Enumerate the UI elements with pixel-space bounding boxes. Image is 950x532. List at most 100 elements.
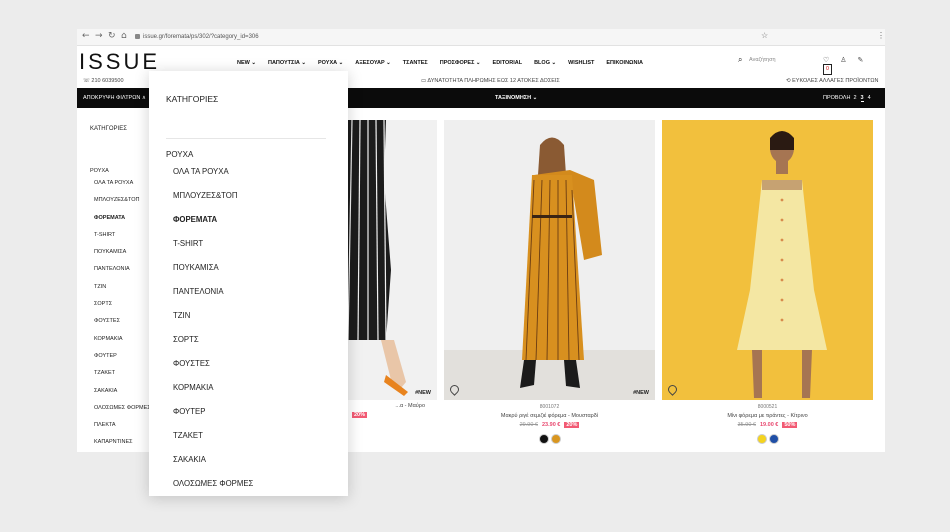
- sidebar-category-item[interactable]: ΚΑΠΑΡΝΤΙΝΕΣ: [94, 439, 151, 452]
- color-swatch[interactable]: [538, 434, 549, 444]
- dropdown-category-item[interactable]: ΟΛΟΣΩΜΕΣ ΦΟΡΜΕΣ: [173, 479, 253, 503]
- dropdown-category-item[interactable]: ΠΑΝΤΕΛΟΝΙΑ: [173, 287, 253, 311]
- product-image[interactable]: #NEW: [444, 120, 655, 400]
- sidebar-category-item[interactable]: ΦΟΥΤΕΡ: [94, 353, 151, 370]
- main-navigation: NEW ⌄ ΠΑΠΟΥΤΣΙΑ ⌄ ΡΟΥΧΑ ⌄ ΑΞΕΣΟΥΑΡ ⌄ ΤΣΑΝΤΕΣ…: [237, 60, 655, 66]
- browser-toolbar: ← → ↻ ⌂ issue.gr/foremata/ps/302/?catego…: [77, 29, 885, 46]
- dropdown-group-label[interactable]: ΡΟΥΧΑ: [166, 150, 193, 159]
- sidebar-category-item[interactable]: ΠΛΕΚΤΑ: [94, 422, 151, 439]
- reload-icon[interactable]: ↻: [108, 31, 116, 41]
- address-bar[interactable]: issue.gr/foremata/ps/302/?category_id=30…: [135, 32, 775, 42]
- arrow-right-icon[interactable]: →: [95, 31, 103, 41]
- sidebar-category-list: ΟΛΑ ΤΑ ΡΟΥΧΑ ΜΠΛΟΥΖΕΣ&ΤΟΠ ΦΟΡΕΜΑΤΑ T-SHIRT Π…: [94, 180, 151, 452]
- view-label: ΠΡΟΒΟΛΗ: [823, 95, 851, 101]
- model-photo-mustard-dress: [444, 137, 655, 400]
- url-text: issue.gr/foremata/ps/302/?category_id=30…: [143, 34, 259, 40]
- view-option[interactable]: 2: [853, 95, 856, 101]
- dropdown-category-item[interactable]: ΣΟΡΤΣ: [173, 335, 253, 359]
- dropdown-category-list: ΟΛΑ ΤΑ ΡΟΥΧΑ ΜΠΛΟΥΖΕΣ&ΤΟΠ ΦΟΡΕΜΑΤΑ T-SHIRT Π…: [173, 167, 253, 503]
- returns-info: ⟲ ΕΥΚΟΛΕΣ ΑΛΛΑΓΕΣ ΠΡΟΪΟΝΤΩΝ: [786, 78, 879, 84]
- dropdown-title[interactable]: ΚΑΤΗΓΟΡΙΕΣ: [166, 94, 218, 104]
- payment-info: ▭ ΔΥΝΑΤΟΤΗΤΑ ΠΛΗΡΩΜΗΣ ΕΩΣ 12 ΑΤΟΚΕΣ ΔΟΣΕ…: [421, 78, 560, 84]
- model-photo-yellow-dress: [737, 131, 827, 398]
- sidebar-category-item[interactable]: ΠΑΝΤΕΛΟΝΙΑ: [94, 266, 151, 283]
- sidebar-category-item[interactable]: T-SHIRT: [94, 232, 151, 249]
- user-icon[interactable]: ♙: [840, 57, 846, 64]
- nav-item[interactable]: ΡΟΥΧΑ ⌄: [318, 60, 343, 66]
- color-swatch[interactable]: [756, 434, 767, 444]
- filter-sidebar: ΚΑΤΗΓΟΡΙΕΣ ΡΟΥΧΑ ΟΛΑ ΤΑ ΡΟΥΧΑ ΜΠΛΟΥΖΕΣ&ΤΟ…: [77, 108, 157, 452]
- sidebar-category-item[interactable]: ΟΛΟΣΩΜΕΣ ΦΟΡΜΕΣ: [94, 405, 151, 422]
- color-swatches: [444, 431, 655, 449]
- nav-item[interactable]: EDITORIAL: [493, 60, 523, 66]
- sidebar-category-item[interactable]: ΤΖΙΝ: [94, 284, 151, 301]
- product-name[interactable]: Μακρύ ριγέ σεμιζιέ φόρεμα - Μουσταρδί: [444, 413, 655, 419]
- product-name[interactable]: Μίνι φόρεμα με τιράντες - Κίτρινο: [662, 413, 873, 419]
- home-icon[interactable]: ⌂: [121, 31, 127, 41]
- arrow-left-icon[interactable]: ←: [82, 31, 90, 41]
- dropdown-category-item[interactable]: ΜΠΛΟΥΖΕΣ&ΤΟΠ: [173, 191, 253, 215]
- sidebar-category-item[interactable]: ΠΟΥΚΑΜΙΣΑ: [94, 249, 151, 266]
- product-code: 8000521: [757, 404, 778, 410]
- categories-dropdown-panel: ΚΑΤΗΓΟΡΙΕΣ ΡΟΥΧΑ ΟΛΑ ΤΑ ΡΟΥΧΑ ΜΠΛΟΥΖΕΣ&ΤΟ…: [149, 71, 348, 496]
- sale-price: 19.00 €: [759, 422, 779, 428]
- site-logo[interactable]: ISSUE: [79, 49, 160, 75]
- sidebar-category-item[interactable]: ΚΟΡΜΑΚΙΑ: [94, 336, 151, 353]
- nav-item[interactable]: ΕΠΙΚΟΙΝΩΝΙΑ: [606, 60, 643, 66]
- sidebar-category-item[interactable]: ΣΑΚΑΚΙΑ: [94, 388, 151, 405]
- cart-icon[interactable]: 0: [823, 64, 832, 75]
- phone-number: ☏ 210 6039500: [83, 78, 124, 84]
- dropdown-category-item[interactable]: ΤΖΑΚΕΤ: [173, 431, 253, 455]
- sidebar-category-item[interactable]: ΦΟΡΕΜΑΤΑ: [94, 215, 151, 232]
- nav-item[interactable]: ΤΣΑΝΤΕΣ: [403, 60, 428, 66]
- heart-icon[interactable]: ♡: [823, 57, 829, 64]
- dropdown-category-item[interactable]: ΟΛΑ ΤΑ ΡΟΥΧΑ: [173, 167, 253, 191]
- dropdown-category-item[interactable]: ΤΖΙΝ: [173, 311, 253, 335]
- product-image[interactable]: [662, 120, 873, 400]
- pencil-icon[interactable]: ✎: [857, 57, 863, 64]
- nav-item[interactable]: ΑΞΕΣΟΥΑΡ ⌄: [355, 60, 391, 66]
- hide-filters-button[interactable]: ΑΠΟΚΡΥΨΗ ΦΙΛΤΡΩΝ ∧: [83, 95, 146, 101]
- lock-icon: [135, 33, 140, 39]
- nav-item[interactable]: WISHLIST: [568, 60, 594, 66]
- divider: [166, 138, 326, 139]
- discount-badge: 50%: [782, 422, 798, 428]
- sidebar-category-item[interactable]: ΜΠΛΟΥΖΕΣ&ΤΟΠ: [94, 197, 151, 214]
- dropdown-category-item[interactable]: ΦΟΥΤΕΡ: [173, 407, 253, 431]
- sidebar-category-item[interactable]: ΤΖΑΚΕΤ: [94, 370, 151, 387]
- dropdown-category-item[interactable]: ΠΟΥΚΑΜΙΣΑ: [173, 263, 253, 287]
- nav-item[interactable]: NEW ⌄: [237, 60, 256, 66]
- color-swatch[interactable]: [550, 434, 561, 444]
- view-option[interactable]: 3: [860, 95, 864, 102]
- search-input[interactable]: Αναζήτηση: [749, 57, 776, 63]
- color-swatch[interactable]: [768, 434, 779, 444]
- view-option[interactable]: 4: [868, 95, 871, 101]
- product-card[interactable]: #NEW 8001072 Μακρύ ριγέ σεμιζιέ φόρεμα -…: [444, 120, 655, 449]
- dropdown-category-item[interactable]: ΦΟΡΕΜΑΤΑ: [173, 215, 253, 239]
- new-tag: #NEW: [633, 390, 649, 396]
- search-box[interactable]: ⌕ Αναζήτηση: [738, 55, 814, 66]
- product-prices: 29.90 €23.90 €20%: [444, 422, 655, 428]
- product-code: 8001072: [539, 404, 560, 410]
- nav-item[interactable]: ΠΑΠΟΥΤΣΙΑ ⌄: [268, 60, 306, 66]
- dropdown-category-item[interactable]: ΚΟΡΜΑΚΙΑ: [173, 383, 253, 407]
- dropdown-category-item[interactable]: T-SHIRT: [173, 239, 253, 263]
- new-tag: #NEW: [415, 390, 431, 396]
- product-card[interactable]: 8000521 Μίνι φόρεμα με τιράντες - Κίτριν…: [662, 120, 873, 449]
- sidebar-categories-title[interactable]: ΚΑΤΗΓΟΡΙΕΣ: [90, 126, 127, 132]
- sale-price: 23.90 €: [541, 422, 561, 428]
- sidebar-category-item[interactable]: ΣΟΡΤΣ: [94, 301, 151, 318]
- nav-item[interactable]: ΠΡΟΣΦΟΡΕΣ ⌄: [440, 60, 481, 66]
- sort-dropdown[interactable]: ΤΑΞΙΝΟΜΗΣΗ ⌄: [495, 95, 537, 101]
- browser-menu-icon[interactable]: ⋮: [877, 31, 885, 40]
- sidebar-category-item[interactable]: ΦΟΥΣΤΕΣ: [94, 318, 151, 335]
- nav-item[interactable]: BLOG ⌄: [534, 60, 556, 66]
- sidebar-group-label[interactable]: ΡΟΥΧΑ: [90, 168, 109, 174]
- dropdown-category-item[interactable]: ΦΟΥΣΤΕΣ: [173, 359, 253, 383]
- search-icon[interactable]: ⌕: [738, 55, 742, 65]
- sidebar-category-item[interactable]: ΟΛΑ ΤΑ ΡΟΥΧΑ: [94, 180, 151, 197]
- old-price: 35.90 €: [737, 422, 756, 428]
- discount-badge: 20%: [351, 412, 367, 418]
- dropdown-category-item[interactable]: ΣΑΚΑΚΙΑ: [173, 455, 253, 479]
- bookmark-star-icon[interactable]: ☆: [761, 31, 768, 40]
